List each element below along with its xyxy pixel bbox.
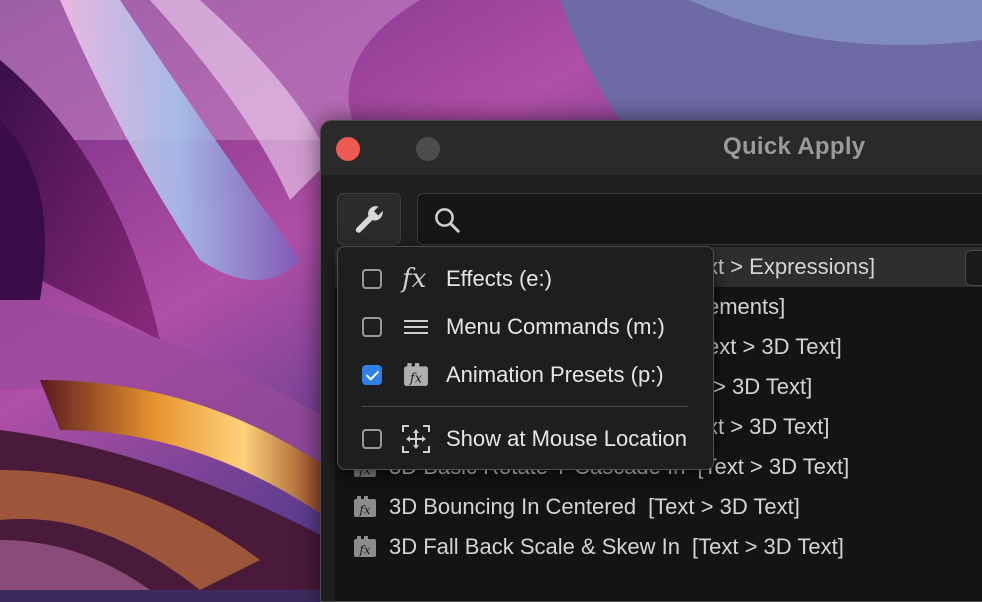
animation-presets-checkbox[interactable] xyxy=(362,365,382,385)
svg-text:fx: fx xyxy=(358,543,370,557)
result-category: xt > 3D Text] xyxy=(707,414,830,439)
toolbar xyxy=(321,175,982,247)
list-item[interactable]: fx 3D Fall Back Scale & Skew In [Text > … xyxy=(335,527,982,567)
settings-menu-button[interactable] xyxy=(337,193,401,245)
list-item[interactable]: fx 3D Bouncing In Centered [Text > 3D Te… xyxy=(335,487,982,527)
result-category: ext > 3D Text] xyxy=(707,334,842,359)
menu-item-label: Animation Presets (p:) xyxy=(446,362,664,387)
mouse-location-icon xyxy=(400,423,432,455)
show-at-mouse-location-checkbox[interactable] xyxy=(362,429,382,449)
menu-item-effects[interactable]: fx Effects (e:) xyxy=(338,257,713,301)
menu-item-label: Show at Mouse Location xyxy=(446,426,687,451)
menu-item-label: Menu Commands (m:) xyxy=(446,314,665,339)
menu-item-menu-commands[interactable]: Menu Commands (m:) xyxy=(338,305,713,349)
search-field[interactable] xyxy=(417,193,982,245)
result-name: 3D Fall Back Scale & Skew In xyxy=(389,534,681,559)
result-category: xt > Expressions] xyxy=(707,254,876,279)
search-input[interactable] xyxy=(474,204,982,236)
wrench-icon xyxy=(355,206,383,233)
result-category: > 3D Text] xyxy=(713,374,813,399)
menu-commands-checkbox[interactable] xyxy=(362,317,382,337)
title-bar: Quick Apply xyxy=(321,121,982,175)
svg-text:fx: fx xyxy=(409,372,423,387)
result-name: 3D Bouncing In Centered xyxy=(389,494,637,519)
svg-text:fx: fx xyxy=(400,264,427,294)
menu-item-animation-presets[interactable]: fx Animation Presets (p:) xyxy=(338,353,713,397)
result-category: [Text > 3D Text] xyxy=(692,534,844,559)
minimize-window-button xyxy=(416,137,440,161)
effects-checkbox[interactable] xyxy=(362,269,382,289)
search-icon xyxy=(435,208,460,233)
menu-item-label: Effects (e:) xyxy=(446,266,552,291)
fx-icon: fx xyxy=(400,263,432,295)
window-title: Quick Apply xyxy=(723,133,866,160)
animation-preset-icon: fx xyxy=(400,359,432,391)
menu-separator xyxy=(362,406,688,407)
result-category: [Text > 3D Text] xyxy=(697,454,850,479)
svg-text:fx: fx xyxy=(358,503,370,517)
apply-button[interactable] xyxy=(965,250,982,286)
close-window-button[interactable] xyxy=(336,137,360,161)
animation-preset-icon: fx xyxy=(353,495,377,519)
animation-preset-icon: fx xyxy=(353,535,377,559)
menu-lines-icon xyxy=(400,311,432,343)
result-category: ements] xyxy=(707,294,786,319)
menu-item-show-at-mouse-location[interactable]: Show at Mouse Location xyxy=(338,417,713,461)
filter-menu: fx Effects (e:) Menu Commands (m:) fx An… xyxy=(337,246,714,470)
result-category: [Text > 3D Text] xyxy=(648,494,800,519)
